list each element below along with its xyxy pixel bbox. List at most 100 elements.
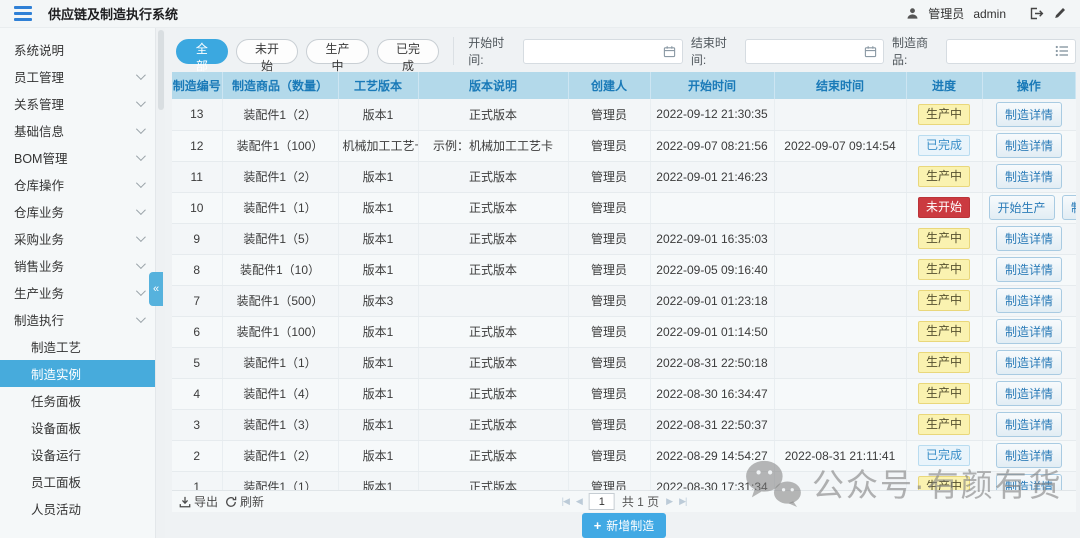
manufacture-detail-button[interactable]: 制造详情 xyxy=(996,288,1062,313)
chevron-down-icon xyxy=(136,178,146,188)
cell-end-time xyxy=(774,223,906,254)
manufacture-detail-button[interactable]: 制造详情 xyxy=(996,164,1062,189)
manufacture-detail-button[interactable]: 制造详情 xyxy=(996,381,1062,406)
column-header[interactable]: 制造商品（数量） xyxy=(222,72,338,99)
main-content: 全部 未开始 生产中 已完成 开始时间: 结束时间: 制造商品: xyxy=(165,28,1080,538)
sidebar-item[interactable]: 生产业务 xyxy=(0,279,155,306)
cell-operations: 制造详情 xyxy=(982,99,1076,130)
column-header[interactable]: 制造编号 xyxy=(172,72,222,99)
column-header[interactable]: 创建人 xyxy=(568,72,650,99)
sidebar-item-label: 采购业务 xyxy=(14,229,64,248)
manufacture-detail-button[interactable]: 制造详情 xyxy=(996,319,1062,344)
prev-page-icon[interactable]: ◀ xyxy=(576,496,582,507)
product-input[interactable] xyxy=(946,39,1076,64)
cell-version: 版本1 xyxy=(338,192,418,223)
cell-start-time: 2022-08-31 22:50:37 xyxy=(650,409,774,440)
manufacture-detail-button[interactable]: 制造详情 xyxy=(996,257,1062,282)
manufacture-detail-button[interactable]: 制造详情 xyxy=(996,412,1062,437)
first-page-icon[interactable]: |◀ xyxy=(562,496,569,507)
status-filter-tab[interactable]: 生产中 xyxy=(306,39,369,64)
sidebar-item[interactable]: 制造执行 xyxy=(0,306,155,333)
manufacture-detail-button[interactable]: 制造详情 xyxy=(996,443,1062,468)
cell-end-time xyxy=(774,347,906,378)
start-production-button[interactable]: 开始生产 xyxy=(989,195,1055,220)
column-header[interactable]: 开始时间 xyxy=(650,72,774,99)
cell-version-desc: 正式版本 xyxy=(418,440,568,471)
sidebar-collapse-button[interactable]: « xyxy=(149,272,163,306)
menu-icon[interactable] xyxy=(14,6,32,21)
scrollbar-thumb[interactable] xyxy=(158,30,164,110)
column-header[interactable]: 操作 xyxy=(982,72,1076,99)
status-filter-tab[interactable]: 全部 xyxy=(176,39,228,64)
cell-creator: 管理员 xyxy=(568,285,650,316)
sidebar-item[interactable]: 人员活动 xyxy=(0,495,155,522)
sidebar: 系统说明 员工管理 关系管理 基础信息 BOM管理 xyxy=(0,28,155,538)
sidebar-item-label: 任务面板 xyxy=(31,391,81,410)
product-label: 制造商品: xyxy=(892,34,938,68)
sidebar-item[interactable]: 基础信息 xyxy=(0,117,155,144)
add-row: + 新增制造 xyxy=(172,512,1076,538)
cell-operations: 制造详情 xyxy=(982,316,1076,347)
sidebar-item[interactable]: 采购业务 xyxy=(0,225,155,252)
sidebar-item[interactable]: 关系管理 xyxy=(0,90,155,117)
end-time-input[interactable] xyxy=(745,39,884,64)
cell-product: 装配件1（100） xyxy=(222,316,338,347)
column-header[interactable]: 工艺版本 xyxy=(338,72,418,99)
sidebar-item[interactable]: 销售业务 xyxy=(0,252,155,279)
column-header[interactable]: 进度 xyxy=(906,72,982,99)
cell-progress: 生产中 xyxy=(906,347,982,378)
status-filter-tab[interactable]: 已完成 xyxy=(377,39,440,64)
sidebar-item[interactable]: 设备运行 xyxy=(0,441,155,468)
next-page-icon[interactable]: ▶ xyxy=(666,496,672,507)
calendar-icon[interactable] xyxy=(663,45,676,58)
cell-id: 5 xyxy=(172,347,222,378)
manufacture-detail-button[interactable]: 制造详情 xyxy=(1062,195,1076,220)
refresh-button[interactable]: 刷新 xyxy=(225,493,264,510)
page-number-input[interactable]: 1 xyxy=(589,493,615,510)
sidebar-item[interactable]: BOM管理 xyxy=(0,144,155,171)
manufacture-detail-button[interactable]: 制造详情 xyxy=(996,133,1062,158)
status-filter-tab[interactable]: 未开始 xyxy=(236,39,299,64)
manufacture-detail-button[interactable]: 制造详情 xyxy=(996,350,1062,375)
cell-creator: 管理员 xyxy=(568,378,650,409)
sidebar-item[interactable]: 仓库业务 xyxy=(0,198,155,225)
sidebar-item[interactable]: 员工管理 xyxy=(0,63,155,90)
sidebar-item[interactable]: 制造实例 xyxy=(0,360,155,387)
cell-progress: 生产中 xyxy=(906,254,982,285)
sidebar-item[interactable]: 仓库操作 xyxy=(0,171,155,198)
table-row: 11 装配件1（2） 版本1 正式版本 管理员 2022-09-01 21:46… xyxy=(172,161,1076,192)
sidebar-item[interactable]: 任务面板 xyxy=(0,387,155,414)
sidebar-item[interactable]: 员工面板 xyxy=(0,468,155,495)
status-badge: 生产中 xyxy=(918,104,970,125)
sidebar-item[interactable]: 制造工艺 xyxy=(0,333,155,360)
cell-operations: 制造详情 xyxy=(982,409,1076,440)
manufacture-detail-button[interactable]: 制造详情 xyxy=(996,226,1062,251)
cell-creator: 管理员 xyxy=(568,223,650,254)
cell-id: 9 xyxy=(172,223,222,254)
cell-end-time: 2022-09-07 09:14:54 xyxy=(774,130,906,161)
sidebar-item-label: 设备面板 xyxy=(31,418,81,437)
cell-creator: 管理员 xyxy=(568,316,650,347)
list-select-icon[interactable] xyxy=(1055,45,1069,57)
manufacture-detail-button[interactable]: 制造详情 xyxy=(996,102,1062,127)
edit-pen-icon[interactable] xyxy=(1053,7,1066,20)
calendar-icon[interactable] xyxy=(864,45,877,58)
column-header[interactable]: 版本说明 xyxy=(418,72,568,99)
cell-progress: 未开始 xyxy=(906,192,982,223)
table-row: 8 装配件1（10） 版本1 正式版本 管理员 2022-09-05 09:16… xyxy=(172,254,1076,285)
logout-icon[interactable] xyxy=(1029,7,1044,20)
add-manufacture-button[interactable]: + 新增制造 xyxy=(582,513,667,538)
sidebar-item-label: 系统说明 xyxy=(14,40,64,59)
export-button[interactable]: 导出 xyxy=(179,493,218,510)
sidebar-item[interactable]: 设备面板 xyxy=(0,414,155,441)
start-time-input[interactable] xyxy=(523,39,683,64)
column-header[interactable]: 结束时间 xyxy=(774,72,906,99)
cell-operations: 制造详情 xyxy=(982,254,1076,285)
last-page-icon[interactable]: ▶| xyxy=(679,496,686,507)
cell-progress: 生产中 xyxy=(906,471,982,490)
cell-end-time: 2022-08-31 21:11:41 xyxy=(774,440,906,471)
sidebar-item[interactable]: 系统说明 xyxy=(0,36,155,63)
cell-id: 12 xyxy=(172,130,222,161)
cell-operations: 制造详情 xyxy=(982,130,1076,161)
manufacture-detail-button[interactable]: 制造详情 xyxy=(996,474,1062,490)
